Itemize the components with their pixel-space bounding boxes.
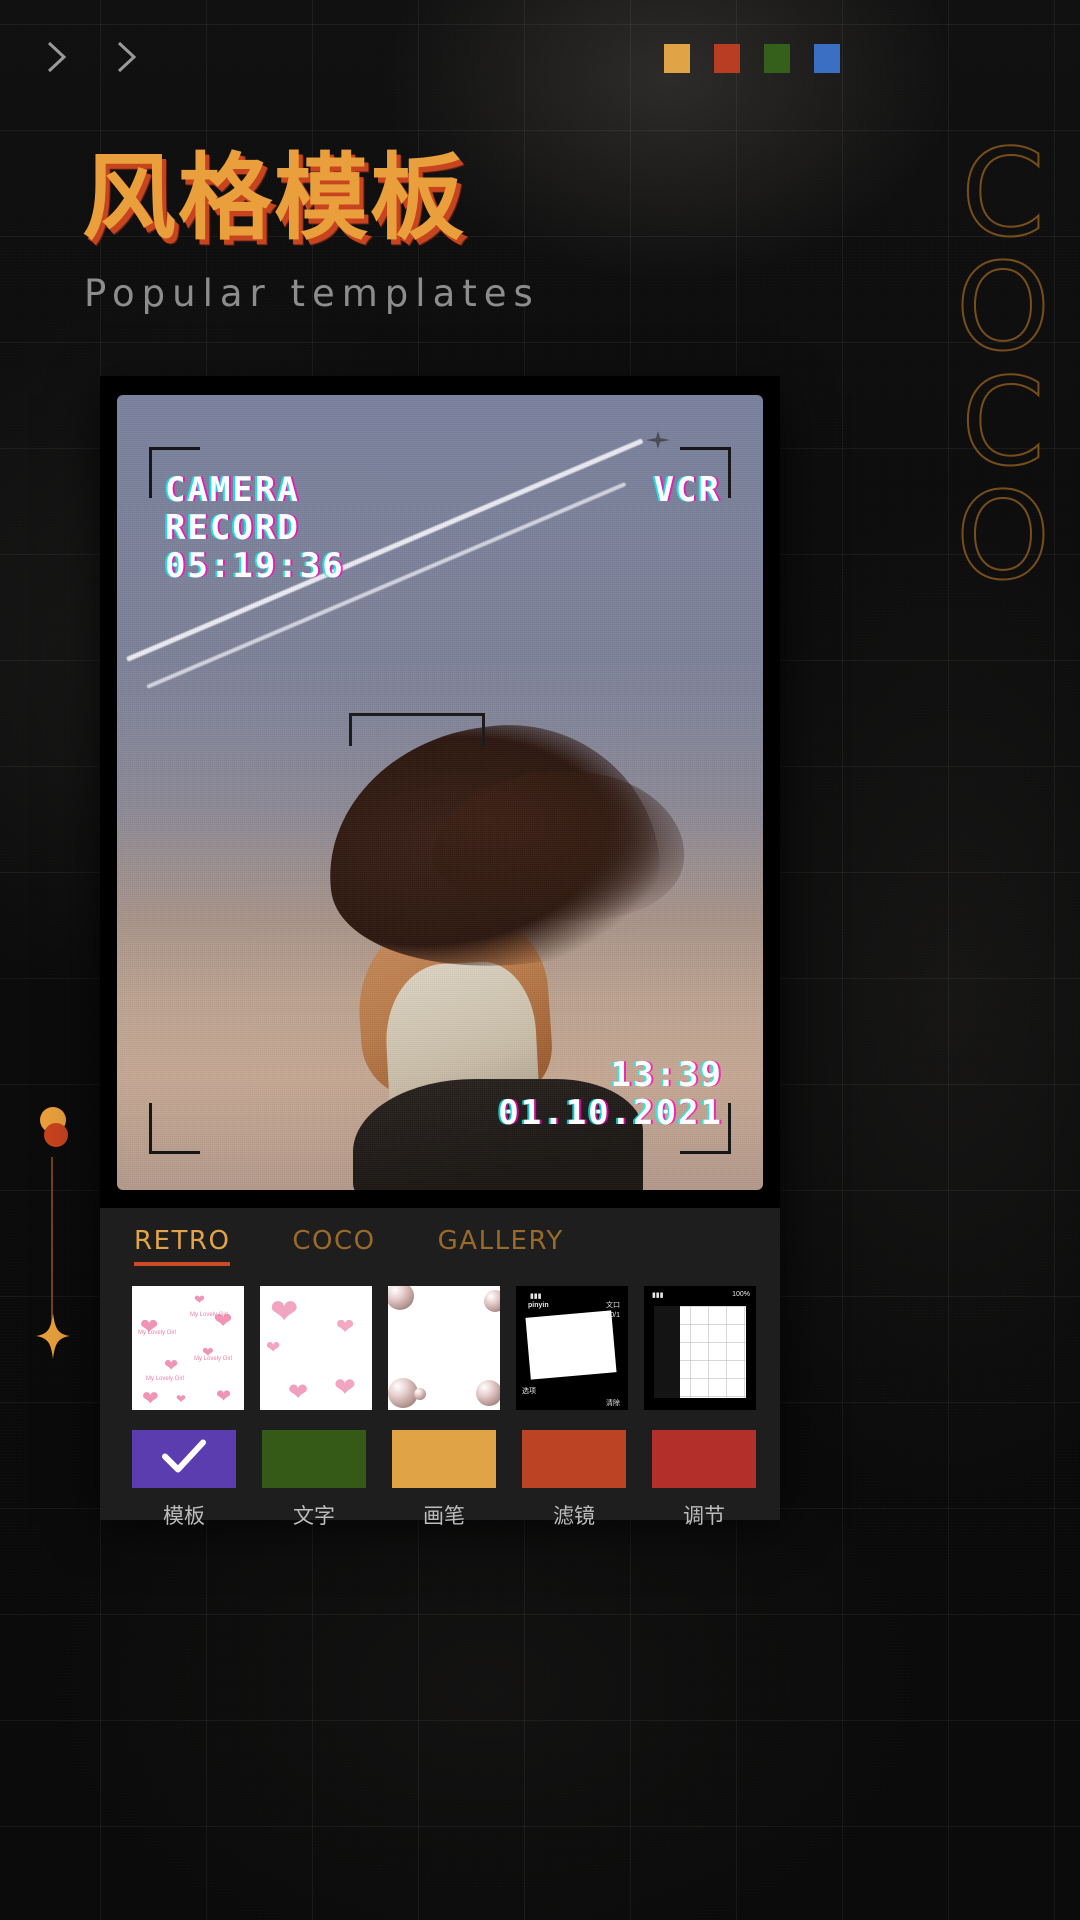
dot-red-icon: [44, 1123, 68, 1147]
template-thumb-hearts-small[interactable]: ❤ ❤ ❤ ❤ ❤ ❤ ❤ ❤ My Lovely Girl My Lovely…: [132, 1286, 244, 1410]
swatch-amber[interactable]: [664, 44, 690, 73]
template-thumb-hearts-large[interactable]: ❤ ❤ ❤ ❤ ❤: [260, 1286, 372, 1410]
check-icon: [162, 1439, 206, 1479]
tool-filter-swatch[interactable]: [522, 1430, 626, 1488]
overlay-mode-label: VCR: [653, 470, 721, 510]
template-thumb-phone-ui[interactable]: ▮▮▮ 100%: [644, 1286, 756, 1410]
vcr-overlay-bottom: 13:39 01.10.2021: [498, 1056, 723, 1132]
template-thumbnail-row: ❤ ❤ ❤ ❤ ❤ ❤ ❤ ❤ My Lovely Girl My Lovely…: [132, 1286, 756, 1410]
tool-adjust-label: 调节: [683, 1504, 725, 1528]
template-thumb-keyboard-dark[interactable]: ▮▮▮ pinyin 文口 890/1 选项 清除: [516, 1286, 628, 1410]
page-subtitle: Popular templates: [84, 272, 540, 315]
tool-template-swatch[interactable]: [132, 1430, 236, 1488]
sparkle-icon: [36, 1313, 70, 1359]
swatch-red[interactable]: [714, 44, 740, 73]
tool-adjust-swatch[interactable]: [652, 1430, 756, 1488]
thumb-keyboard-right: 清除: [606, 1400, 620, 1407]
thumb-keyboard-brand: pinyin: [528, 1302, 549, 1309]
overlay-timecode: 05:19:36: [165, 546, 345, 587]
tool-template-label: 模板: [163, 1504, 205, 1528]
photo-canvas[interactable]: CAMERA RECORD 05:19:36 VCR 13:39 01.10.2…: [117, 395, 763, 1190]
top-bar: [0, 0, 1080, 110]
editor-tool-row: 模板 文字 画笔 滤镜 调节: [132, 1430, 756, 1530]
template-panel: RETRO COCO GALLERY ❤ ❤ ❤ ❤ ❤ ❤ ❤ ❤ My Lo…: [100, 1208, 780, 1528]
viewfinder-bracket-bl: [149, 1103, 200, 1154]
tool-adjust[interactable]: 调节: [652, 1430, 756, 1530]
thumb-keyboard-corner: 文口: [606, 1302, 620, 1309]
overlay-record-label: RECORD: [165, 508, 300, 549]
page-title: 风格模板: [82, 144, 467, 253]
template-tab-bar: RETRO COCO GALLERY: [134, 1226, 564, 1266]
overlay-camera-label: CAMERA: [165, 470, 300, 510]
tool-text[interactable]: 文字: [262, 1430, 366, 1530]
tool-filter-label: 滤镜: [553, 1504, 595, 1528]
tool-filter[interactable]: 滤镜: [522, 1430, 626, 1530]
thumb-keyboard-left: 选项: [522, 1388, 536, 1395]
overlay-clock: 13:39: [610, 1054, 723, 1095]
tool-brush[interactable]: 画笔: [392, 1430, 496, 1530]
app-background: 风格模板 Popular templates C O C O: [0, 0, 1080, 1920]
tab-retro[interactable]: RETRO: [134, 1226, 231, 1266]
tab-coco[interactable]: COCO: [292, 1226, 375, 1266]
thumb-keyboard-sheet: [525, 1310, 617, 1380]
vcr-overlay-left: CAMERA RECORD 05:19:36: [165, 471, 345, 585]
rail-line: [51, 1157, 53, 1337]
tool-text-swatch[interactable]: [262, 1430, 366, 1488]
left-decoration-rail: [30, 1105, 90, 1395]
chevron-right-icon-2[interactable]: [114, 40, 140, 74]
template-thumb-pearls[interactable]: [388, 1286, 500, 1410]
palette-swatch-row: [664, 44, 840, 73]
thumb-caption: My Lovely Girl: [190, 1312, 229, 1318]
tool-brush-swatch[interactable]: [392, 1430, 496, 1488]
tab-gallery[interactable]: GALLERY: [438, 1226, 564, 1266]
viewfinder-bracket-center: [349, 713, 485, 746]
swatch-blue[interactable]: [814, 44, 840, 73]
tool-brush-label: 画笔: [423, 1504, 465, 1528]
overlay-date: 01.10.2021: [498, 1092, 723, 1133]
swatch-green[interactable]: [764, 44, 790, 73]
tool-text-label: 文字: [293, 1504, 335, 1528]
chevron-right-icon[interactable]: [44, 40, 70, 74]
tool-template[interactable]: 模板: [132, 1430, 236, 1530]
